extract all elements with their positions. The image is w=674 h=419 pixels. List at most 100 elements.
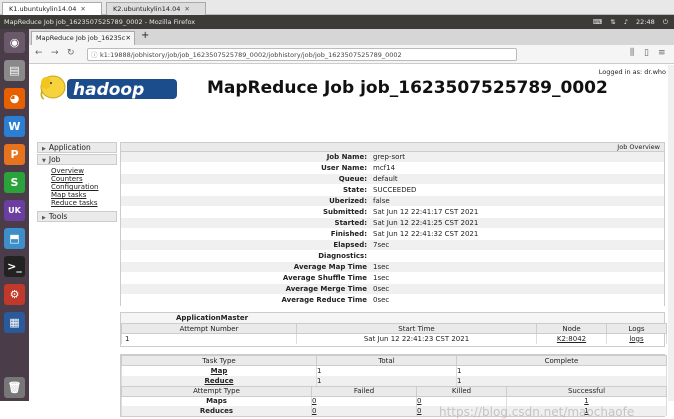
logo-text: hadoop [73, 80, 144, 100]
library-icon[interactable]: ⫼ [630, 48, 634, 58]
sidebar-icon[interactable]: ▯ [644, 48, 649, 58]
overview-row: User Name: mcf14 [121, 163, 664, 174]
volume-icon[interactable]: ♪ [624, 18, 628, 26]
row-key: Submitted: [323, 208, 367, 216]
row-value: 1sec [373, 274, 390, 282]
vertical-scrollbar[interactable] [668, 65, 674, 401]
overview-row: State: SUCCEEDED [121, 185, 664, 196]
close-icon[interactable]: ✕ [184, 5, 189, 13]
nav-link-configuration[interactable]: Configuration [51, 183, 117, 191]
terminal-icon[interactable]: >_ [4, 256, 25, 277]
nav-section-label: Tools [48, 212, 68, 221]
url-bar[interactable]: ⓘ k1:19888/jobhistory/job/job_1623507525… [87, 48, 517, 61]
overview-row: Queue: default [121, 174, 664, 185]
column-header: Attempt Number [121, 323, 297, 334]
keyboard-icon[interactable]: ⌨ [593, 18, 602, 26]
dash-icon[interactable]: ◉ [4, 32, 25, 53]
vm-tab-label: K2.ubuntukylin14.04 [113, 5, 181, 13]
row-key: Average Reduce Time [281, 296, 367, 304]
vm-tab-bar: K1.ubuntukylin14.04 ✕ K2.ubuntukylin14.04… [0, 0, 674, 15]
nav-link-overview[interactable]: Overview [51, 167, 117, 175]
workspace-icon[interactable]: ▦ [4, 312, 25, 333]
close-icon[interactable]: ✕ [80, 5, 85, 13]
row-key: Job Name: [326, 153, 367, 161]
settings-icon[interactable]: ⚙ [4, 284, 25, 305]
nav-link-counters[interactable]: Counters [51, 175, 117, 183]
failed-link[interactable]: 0 [312, 407, 316, 415]
row-value: 0sec [373, 296, 390, 304]
back-icon[interactable]: ← [35, 48, 43, 58]
kylin-software-icon[interactable]: UK [4, 200, 25, 221]
row-value: grep-sort [373, 153, 405, 161]
row-key: User Name: [321, 164, 367, 172]
failed-link[interactable]: 0 [312, 397, 316, 405]
window-titlebar: MapReduce Job job_1623507525789_0002 - M… [0, 15, 674, 29]
firefox-icon[interactable]: ◕ [4, 88, 25, 109]
nav-link-reduce-tasks[interactable]: Reduce tasks [51, 199, 117, 207]
am-table: Attempt Number Start Time Node Logs 1 Sa… [121, 323, 667, 344]
nav-section-job[interactable]: ▼ Job [37, 154, 117, 165]
total-value: 1 [316, 365, 457, 376]
vm-tab-k2[interactable]: K2.ubuntukylin14.04 ✕ [106, 2, 206, 15]
logs-link[interactable]: logs [629, 335, 643, 343]
application-master-panel: ApplicationMaster Attempt Number Start T… [120, 312, 667, 347]
power-icon[interactable]: ⏻ [663, 18, 668, 26]
update-icon[interactable]: ⬒ [4, 228, 25, 249]
nav-link-map-tasks[interactable]: Map tasks [51, 191, 117, 199]
nav-bar: ← → ↻ ⓘ k1:19888/jobhistory/job/job_1623… [29, 45, 674, 64]
menu-icon[interactable]: ≡ [658, 48, 666, 58]
trash-icon[interactable]: 🗑 [4, 377, 25, 398]
network-icon[interactable]: ⇅ [610, 18, 615, 26]
nav-section-application[interactable]: ▶ Application [37, 142, 117, 153]
new-tab-icon[interactable]: + [141, 30, 149, 41]
overview-row: Finished: Sat Jun 12 22:41:32 CST 2021 [121, 229, 664, 240]
map-tasks-link[interactable]: Map [211, 367, 228, 375]
row-value: 1sec [373, 263, 390, 271]
killed-link[interactable]: 0 [417, 397, 421, 405]
files-icon[interactable]: ▤ [4, 60, 25, 81]
browser-window: MapReduce Job job_16235c ✕ + ← → ↻ ⓘ k1:… [29, 29, 674, 419]
triangle-right-icon: ▶ [42, 215, 46, 221]
node-link[interactable]: K2:8042 [557, 335, 586, 343]
overview-row: Elapsed: 7sec [121, 240, 664, 251]
row-value: Sat Jun 12 22:41:17 CST 2021 [373, 208, 479, 216]
panel-title: ApplicationMaster [121, 313, 664, 323]
watermark: https://blog.csdn.net/maochaofe [439, 405, 635, 419]
row-key: Queue: [338, 175, 367, 183]
overview-row: Started: Sat Jun 12 22:41:25 CST 2021 [121, 218, 664, 229]
overview-row: Average Merge Time 0sec [121, 284, 664, 295]
presentation-icon[interactable]: P [4, 144, 25, 165]
overview-row: Submitted: Sat Jun 12 22:41:17 CST 2021 [121, 207, 664, 218]
writer-icon[interactable]: W [4, 116, 25, 137]
row-key: State: [342, 186, 367, 194]
vm-tab-k1[interactable]: K1.ubuntukylin14.04 ✕ [2, 2, 102, 15]
browser-tab-label: MapReduce Job job_16235c [36, 34, 126, 42]
row-value: default [373, 175, 398, 183]
row-key: Started: [334, 219, 367, 227]
forward-icon[interactable]: → [51, 48, 59, 58]
attempt-number: 1 [121, 333, 297, 344]
close-tab-icon[interactable]: ✕ [126, 32, 131, 45]
task-summary-table: Task Type Total Complete Map 1 1 Reduce … [121, 355, 667, 386]
column-header: Complete [456, 355, 667, 366]
overview-row: Diagnostics: [121, 251, 664, 262]
reduce-tasks-link[interactable]: Reduce [204, 377, 233, 385]
row-value: false [373, 197, 390, 205]
info-icon[interactable]: ⓘ [91, 49, 98, 60]
total-value: 1 [316, 375, 457, 386]
spreadsheet-icon[interactable]: S [4, 172, 25, 193]
killed-link[interactable]: 0 [417, 407, 421, 415]
page-title: MapReduce Job job_1623507525789_0002 [207, 78, 608, 98]
vm-tab-label: K1.ubuntukylin14.04 [9, 5, 77, 13]
clock[interactable]: 22:48 [636, 18, 655, 26]
nav-section-tools[interactable]: ▶ Tools [37, 211, 117, 222]
row-key: Finished: [330, 230, 367, 238]
row-value: SUCCEEDED [373, 186, 417, 194]
overview-row: Average Map Time 1sec [121, 262, 664, 273]
reload-icon[interactable]: ↻ [67, 48, 75, 58]
row-key: Average Shuffle Time [282, 274, 367, 282]
page-content: Logged in as: dr.who hadoop MapReduce Jo… [29, 65, 674, 419]
table-row: 1 Sat Jun 12 22:41:23 CST 2021 K2:8042 l… [121, 333, 667, 344]
browser-tab[interactable]: MapReduce Job job_16235c ✕ [31, 31, 135, 45]
launcher: ◉ ▤ ◕ W P S UK ⬒ >_ ⚙ ▦ 🗑 [0, 29, 29, 401]
